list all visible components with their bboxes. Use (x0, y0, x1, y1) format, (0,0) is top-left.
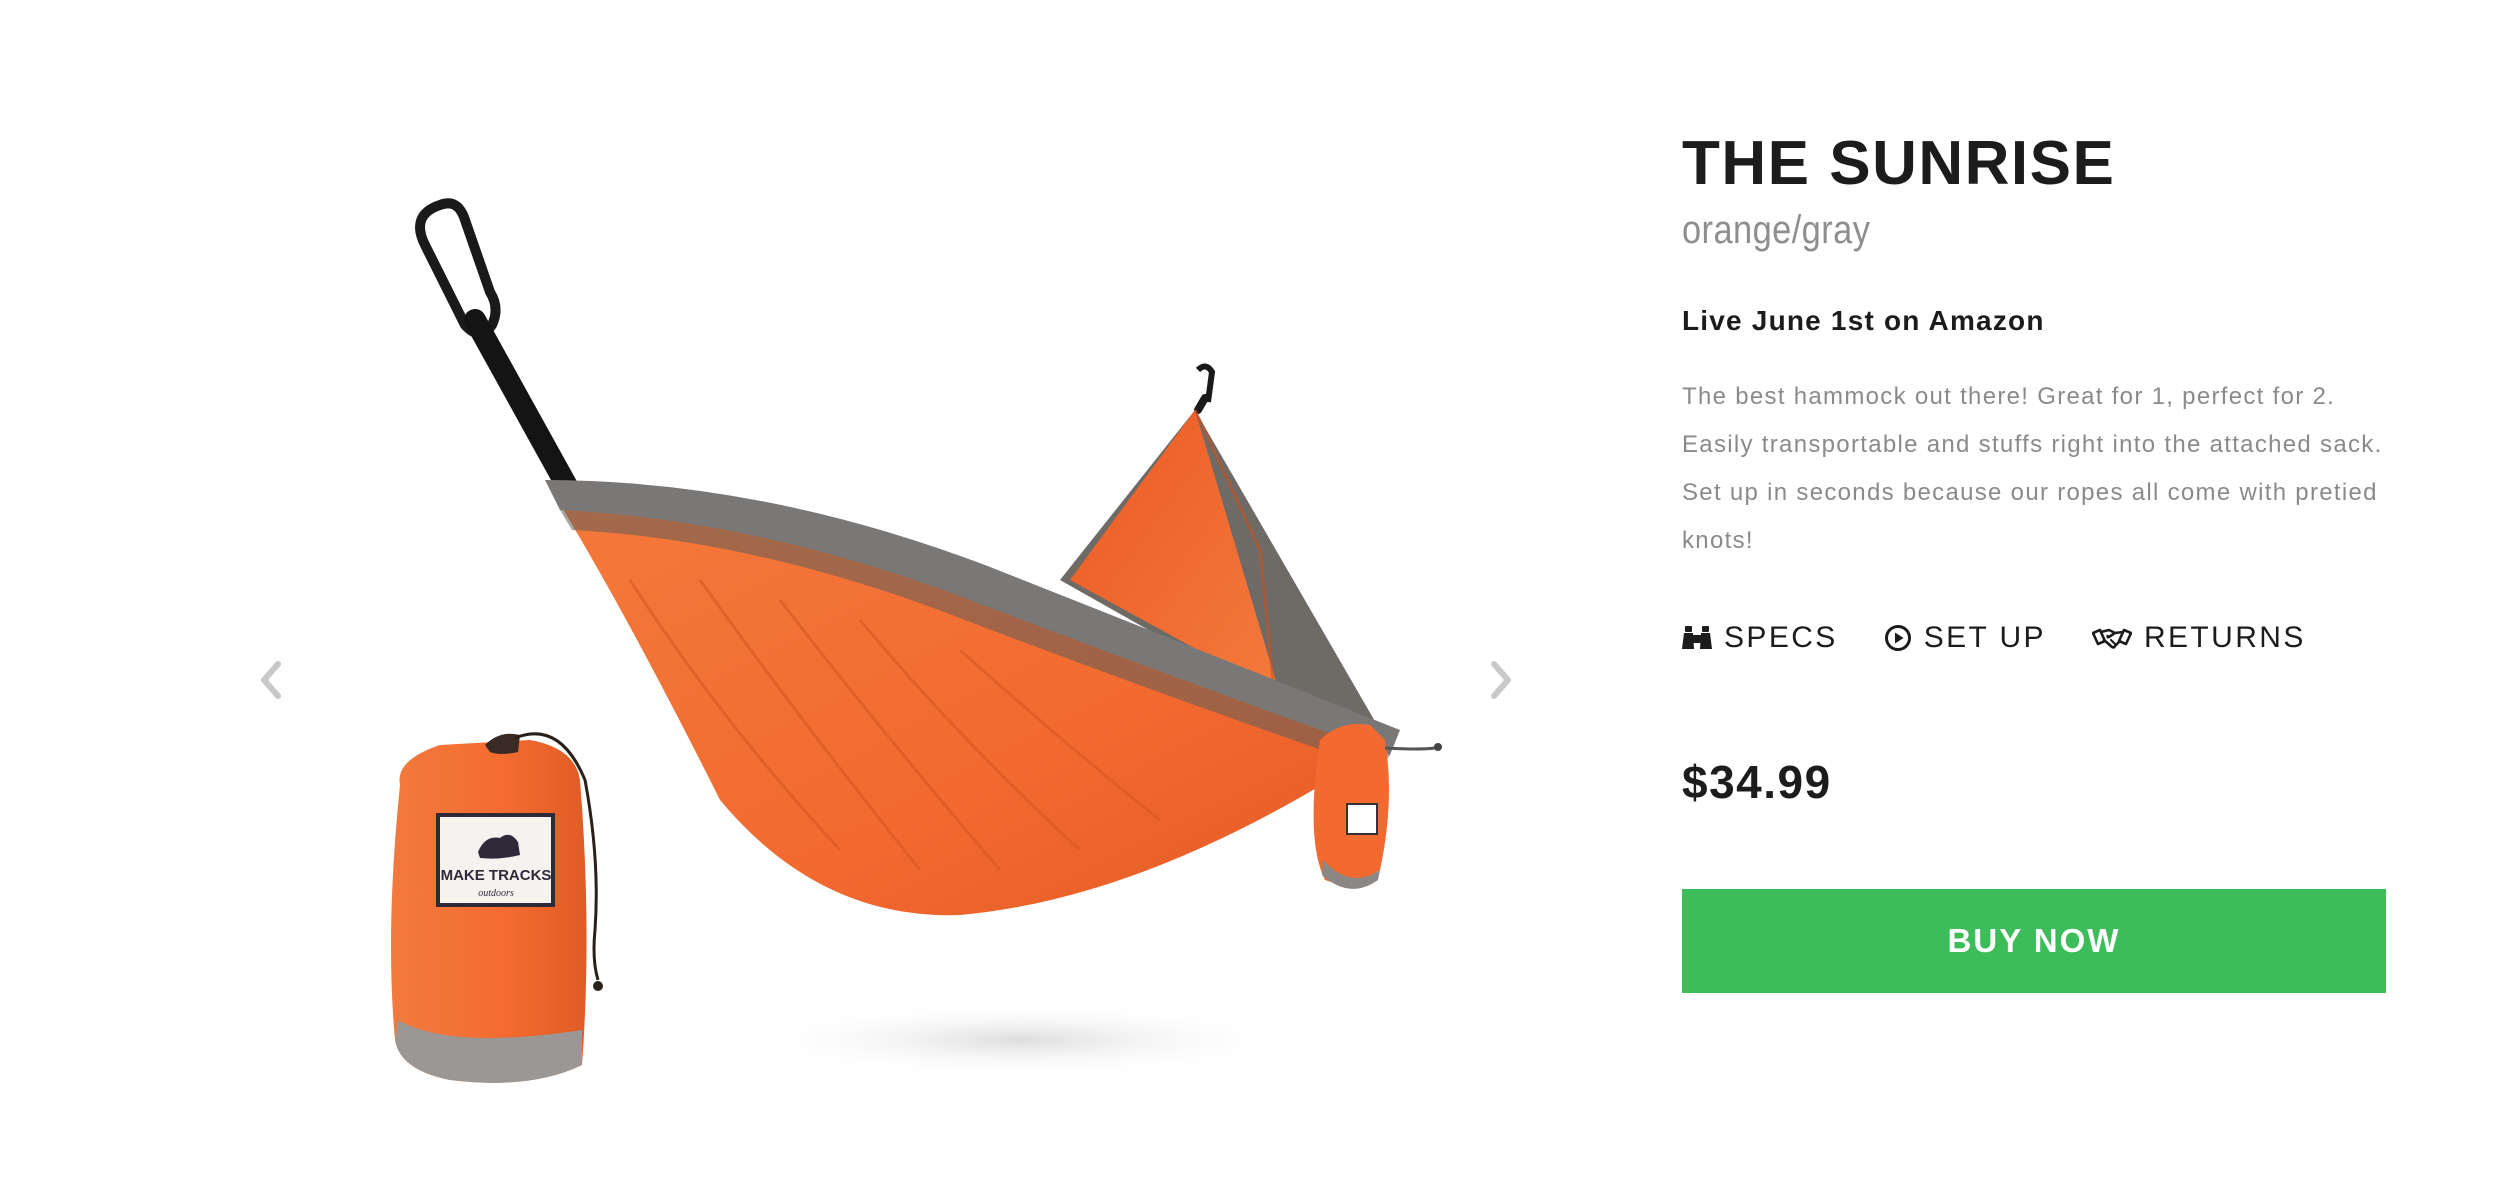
tab-specs[interactable]: SPECS (1682, 621, 1838, 655)
product-title: THE SUNRISE (1682, 129, 2116, 198)
tab-specs-label: SPECS (1724, 621, 1838, 655)
tab-returns[interactable]: RETURNS (2091, 621, 2306, 655)
buy-now-button[interactable]: BUY NOW (1682, 889, 2386, 994)
product-price: $34.99 (1682, 756, 1832, 809)
binoculars-icon (1682, 625, 1712, 651)
product-gallery: MAKE TRACKS outdoors (200, 80, 1600, 1120)
chevron-left-icon (261, 661, 281, 699)
product-image: MAKE TRACKS outdoors (391, 198, 1442, 1083)
product-description: The best hammock out there! Great for 1,… (1682, 383, 2383, 555)
sack-label-brand: MAKE TRACKS (441, 867, 552, 884)
chevron-right-icon (1491, 661, 1511, 699)
gallery-prev-button[interactable] (240, 645, 300, 715)
product-info: THE SUNRISE orange/gray Live June 1st on… (1682, 129, 2388, 994)
product-tabs: SPECS SET UP RETURNS (1682, 621, 2388, 655)
tab-set-up-label: SET UP (1923, 621, 2046, 655)
product-color: orange/gray (1682, 208, 1871, 253)
sack-label-sub: outdoors (478, 888, 514, 899)
tab-set-up[interactable]: SET UP (1884, 621, 2046, 655)
availability-text: Live June 1st on Amazon (1682, 305, 2045, 337)
gallery-next-button[interactable] (1472, 645, 1532, 715)
tab-returns-label: RETURNS (2143, 621, 2306, 655)
play-circle-icon (1884, 624, 1912, 652)
handshake-icon (2091, 625, 2132, 651)
